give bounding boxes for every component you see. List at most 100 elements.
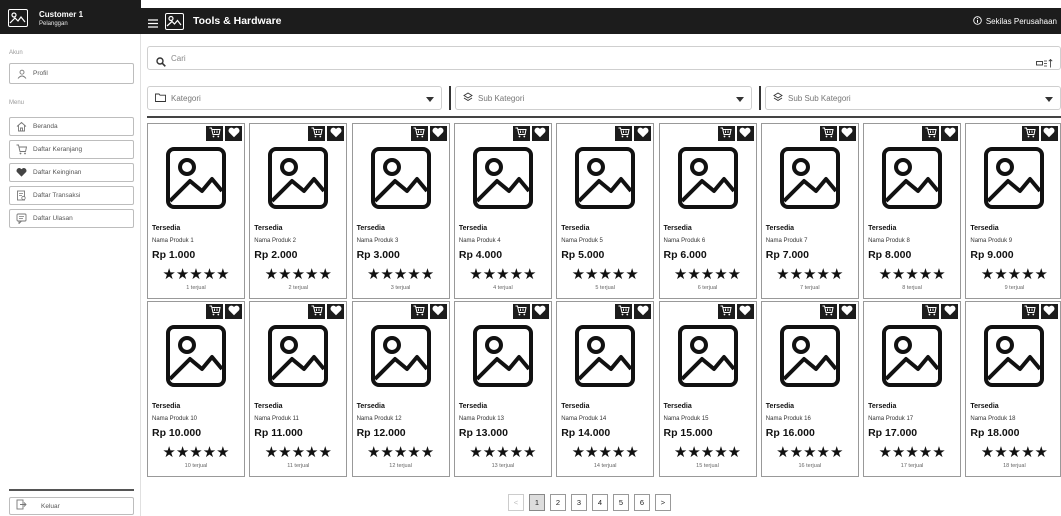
add-to-cart-button[interactable] xyxy=(1021,126,1039,141)
add-to-wishlist-button[interactable] xyxy=(1040,304,1058,319)
product-sold-count: 9 terjual xyxy=(1004,285,1025,291)
product-status: Tersedia xyxy=(561,403,590,410)
product-card[interactable]: Tersedia Nama Produk 10 Rp 10.000 ★★★★★ 10 t… xyxy=(147,301,245,477)
product-card[interactable]: Tersedia Nama Produk 15 Rp 15.000 ★★★★★ 15 t… xyxy=(658,301,757,477)
add-to-cart-button[interactable] xyxy=(410,125,428,143)
sidebar: Customer 1 Pelanggan Akun Profil Menu Be… xyxy=(0,0,141,516)
cart-icon xyxy=(515,303,528,321)
add-to-wishlist-button[interactable] xyxy=(429,125,447,143)
sidebar-item-home[interactable]: Beranda xyxy=(9,117,134,136)
product-card[interactable]: Tersedia Nama Produk 12 Rp 12.000 ★★★★★ 12 t… xyxy=(351,301,450,477)
sidebar-item-cart[interactable]: Daftar Keranjang xyxy=(9,140,134,159)
product-card[interactable]: Tersedia Nama Produk 16 Rp 16.000 ★★★★★ 16 t… xyxy=(760,301,859,477)
add-to-cart-button[interactable] xyxy=(512,126,530,141)
add-to-cart-button[interactable] xyxy=(1021,304,1039,319)
product-card[interactable]: Tersedia Nama Produk 1 Rp 1.000 ★★★★★ 1 terj… xyxy=(147,123,245,299)
add-to-wishlist-button[interactable] xyxy=(531,304,549,319)
product-price: Rp 7.000 xyxy=(765,249,809,261)
logout-button[interactable]: Keluar xyxy=(9,497,134,515)
add-to-cart-button[interactable] xyxy=(308,126,326,141)
product-price: Rp 9.000 xyxy=(970,249,1014,261)
product-card[interactable]: Tersedia Nama Produk 11 Rp 11.000 ★★★★★ 11 t… xyxy=(249,301,348,477)
add-to-wishlist-button[interactable] xyxy=(531,126,549,141)
page-1-button[interactable]: 1 xyxy=(529,494,545,511)
heart-icon xyxy=(841,125,853,143)
menu-icon[interactable] xyxy=(148,15,158,28)
product-sold-count: 18 terjual xyxy=(1003,463,1026,469)
prev-page-button[interactable]: < xyxy=(508,494,524,511)
add-to-cart-button[interactable] xyxy=(717,304,735,319)
add-to-wishlist-button[interactable] xyxy=(327,126,345,141)
sidebar-item-profile[interactable]: Profil xyxy=(9,63,134,84)
add-to-wishlist-button[interactable] xyxy=(941,126,959,141)
sub-category-filter-label: Sub Kategori xyxy=(478,93,525,103)
add-to-wishlist-button[interactable] xyxy=(1040,126,1058,141)
product-card[interactable]: Tersedia Nama Produk 18 Rp 18.000 ★★★★★ 18 t… xyxy=(965,301,1061,477)
top-bar: Tools & Hardware Sekilas Perusahaan xyxy=(141,8,1061,34)
product-card[interactable]: Tersedia Nama Produk 6 Rp 6.000 ★★★★★ 6 terj… xyxy=(658,123,757,299)
add-to-wishlist-button[interactable] xyxy=(634,126,652,141)
heart-icon xyxy=(432,125,444,143)
add-to-cart-button[interactable] xyxy=(717,126,735,141)
add-to-wishlist-button[interactable] xyxy=(225,304,242,319)
add-to-wishlist-button[interactable] xyxy=(327,304,345,319)
product-sold-count: 14 terjual xyxy=(593,463,617,469)
category-filter[interactable]: Kategori xyxy=(147,86,442,110)
page-2-button[interactable]: 2 xyxy=(550,494,566,511)
add-to-wishlist-button[interactable] xyxy=(736,126,754,141)
product-card[interactable]: Tersedia Nama Produk 14 Rp 14.000 ★★★★★ 14 t… xyxy=(556,301,655,477)
add-to-wishlist-button[interactable] xyxy=(634,304,652,319)
product-card[interactable]: Tersedia Nama Produk 9 Rp 9.000 ★★★★★ 9 terj… xyxy=(965,123,1061,299)
add-to-cart-button[interactable] xyxy=(615,304,633,319)
add-to-cart-button[interactable] xyxy=(819,304,837,319)
add-to-wishlist-button[interactable] xyxy=(429,304,447,319)
sub-category-filter[interactable]: Sub Kategori xyxy=(455,86,752,110)
add-to-wishlist-button[interactable] xyxy=(736,303,754,321)
sidebar-item-label: Daftar Ulasan xyxy=(33,215,73,222)
sort-icon[interactable] xyxy=(1036,55,1054,73)
product-status: Tersedia xyxy=(356,403,385,410)
add-to-cart-button[interactable] xyxy=(410,304,428,319)
page-4-button[interactable]: 4 xyxy=(592,494,608,511)
product-card[interactable]: Tersedia Nama Produk 4 Rp 4.000 ★★★★★ 4 terj… xyxy=(453,123,552,299)
page-3-button[interactable]: 3 xyxy=(571,494,587,511)
about-company-link[interactable]: Sekilas Perusahaan xyxy=(973,16,1057,27)
add-to-wishlist-button[interactable] xyxy=(838,125,856,143)
product-card[interactable]: Tersedia Nama Produk 8 Rp 8.000 ★★★★★ 8 terj… xyxy=(863,123,962,299)
page-5-button[interactable]: 5 xyxy=(613,494,629,511)
product-card[interactable]: Tersedia Nama Produk 3 Rp 3.000 ★★★★★ 3 terj… xyxy=(351,123,450,299)
add-to-cart-button[interactable] xyxy=(308,304,326,319)
product-name: Nama Produk 6 xyxy=(663,238,706,244)
product-sold-count: 7 terjual xyxy=(800,285,820,291)
add-to-cart-button[interactable] xyxy=(206,126,223,141)
product-card[interactable]: Tersedia Nama Produk 7 Rp 7.000 ★★★★★ 7 terj… xyxy=(760,123,859,299)
add-to-wishlist-button[interactable] xyxy=(225,126,242,141)
product-card[interactable]: Tersedia Nama Produk 5 Rp 5.000 ★★★★★ 5 terj… xyxy=(556,123,655,299)
heart-icon xyxy=(739,303,751,321)
add-to-cart-button[interactable] xyxy=(206,304,223,319)
sidebar-item-wishlist[interactable]: Daftar Keinginan xyxy=(9,163,134,182)
product-card[interactable]: Tersedia Nama Produk 13 Rp 13.000 ★★★★★ 13 t… xyxy=(453,301,552,477)
add-to-cart-button[interactable] xyxy=(922,126,940,141)
sub-sub-category-filter[interactable]: Sub Sub Kategori xyxy=(765,86,1061,110)
add-to-cart-button[interactable] xyxy=(512,303,530,321)
product-rating: ★★★★★ xyxy=(878,444,946,461)
next-page-button[interactable]: > xyxy=(655,494,671,511)
add-to-cart-button[interactable] xyxy=(615,126,633,141)
product-image-placeholder-icon xyxy=(461,141,545,215)
cart-icon xyxy=(413,125,425,143)
sidebar-item-transactions[interactable]: Daftar Transaksi xyxy=(9,186,134,205)
add-to-cart-button[interactable] xyxy=(819,126,837,141)
grid-divider xyxy=(147,116,1061,118)
sidebar-item-reviews[interactable]: Daftar Ulasan xyxy=(9,209,134,228)
sidebar-item-label: Beranda xyxy=(33,123,58,130)
product-name: Nama Produk 13 xyxy=(458,416,504,422)
add-to-wishlist-button[interactable] xyxy=(838,304,856,319)
search-input[interactable] xyxy=(171,52,971,65)
add-to-cart-button[interactable] xyxy=(922,304,940,319)
product-card[interactable]: Tersedia Nama Produk 2 Rp 2.000 ★★★★★ 2 terj… xyxy=(249,123,348,299)
add-to-wishlist-button[interactable] xyxy=(941,304,959,319)
page-6-button[interactable]: 6 xyxy=(634,494,650,511)
receipt-icon xyxy=(16,190,27,201)
product-card[interactable]: Tersedia Nama Produk 17 Rp 17.000 ★★★★★ 17 t… xyxy=(863,301,962,477)
